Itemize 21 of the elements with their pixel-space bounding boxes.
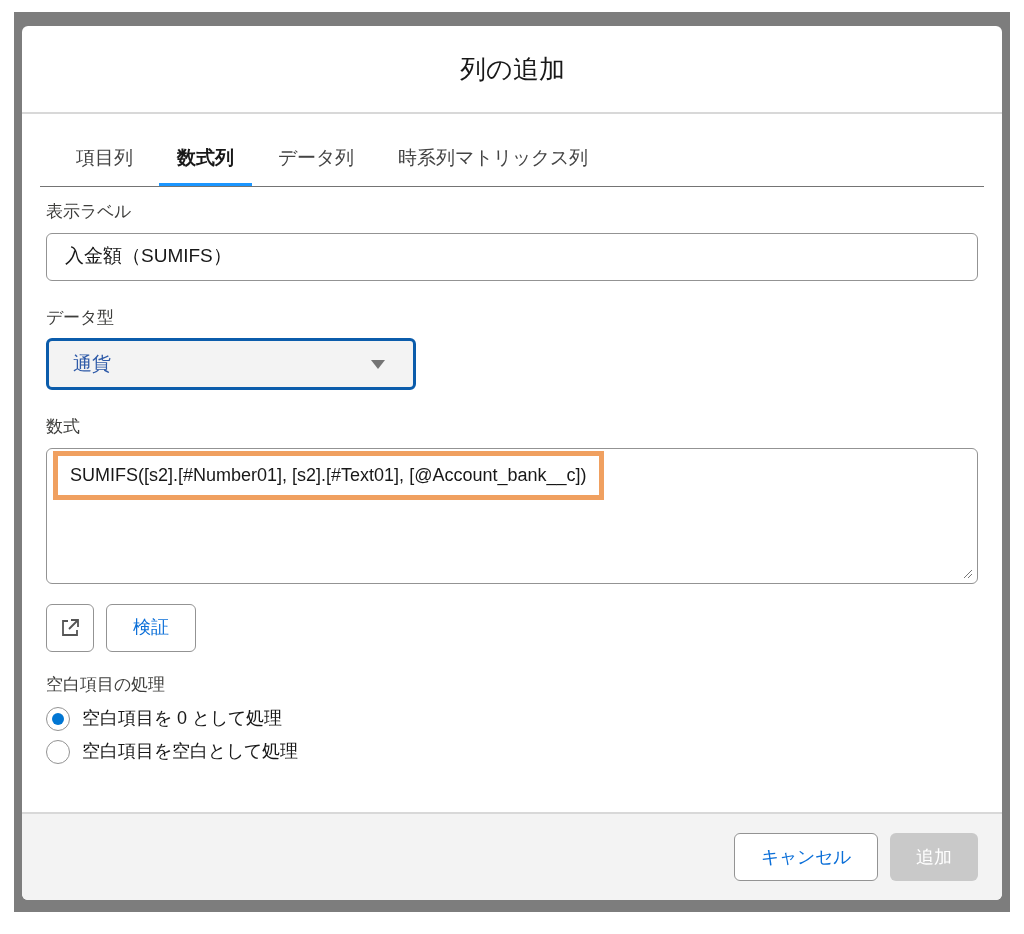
section-label: 空白項目の処理 [46,673,166,696]
radio-label: 空白項目を 0 として処理 [82,707,282,730]
tab[interactable]: データ列 [260,134,372,186]
field-label: 表示ラベル [46,201,132,223]
field-label: 数式 [46,416,81,438]
formula-text: SUMIFS([s2].[#Number01], [s2].[#Text01], [@Account_bank__c]) [53,450,604,500]
external-link-icon [60,617,80,638]
formula-textarea[interactable]: SUMIFS([s2].[#Number01], [s2].[#Text01], [@Account_bank__c]) [46,447,978,584]
validate-button[interactable]: 検証 [106,603,196,652]
input-field[interactable]: 入金額（SUMIFS） [46,232,978,281]
tab[interactable]: 時系列マトリックス列 [380,134,606,186]
radio-label: 空白項目を空白として処理 [82,740,298,763]
dialog-title: 列の追加 [459,52,565,86]
cancel-button[interactable]: キャンセル [734,833,878,881]
resize-handle-icon[interactable] [963,568,973,579]
dropdown-field[interactable]: 通貨 [46,338,416,390]
field-label: データ型 [46,306,115,329]
open-in-new-window-button[interactable] [46,603,94,652]
tab[interactable]: 項目列 [58,134,151,186]
caret-icon [371,359,385,369]
tab[interactable]: 数式列 [159,134,252,186]
